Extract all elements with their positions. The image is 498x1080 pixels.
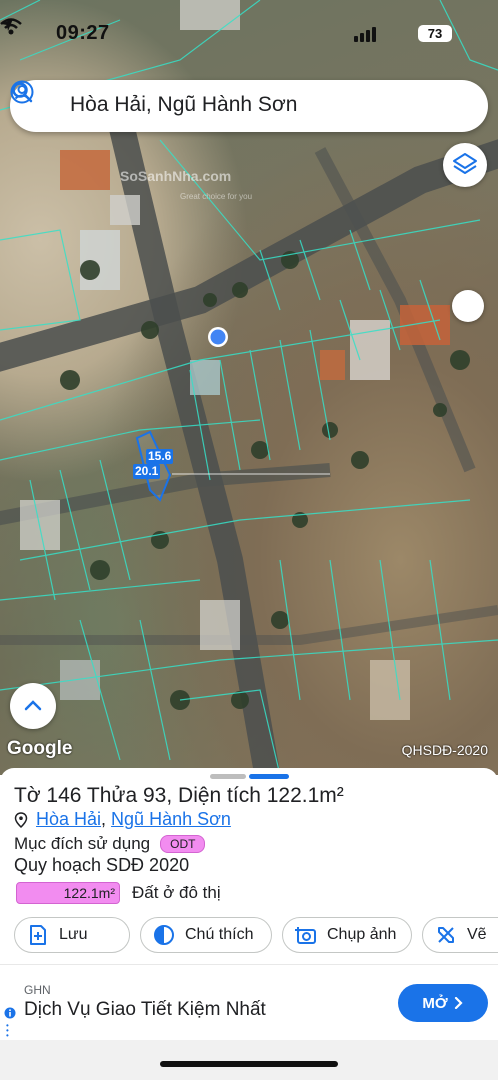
layers-button[interactable] (443, 143, 487, 187)
plan-area-description: Đất ở đô thị (132, 883, 221, 902)
draw-label: Vẽ (467, 926, 487, 943)
address-separator: , (101, 809, 107, 829)
plan-title: Quy hoạch SDĐ 2020 (14, 855, 190, 875)
status-time: 09:27 (56, 22, 110, 44)
save-icon (30, 925, 46, 945)
ad-open-label: MỞ (422, 994, 448, 1012)
wifi-icon (0, 18, 22, 35)
battery-indicator: 73 (418, 25, 452, 42)
sheet-handle-active[interactable] (249, 774, 289, 779)
action-buttons: Lưu Chú thích Chụp ảnh Vẽ (14, 917, 498, 953)
draw-button[interactable]: Vẽ (422, 917, 498, 953)
contrast-icon (154, 925, 174, 945)
search-icon[interactable] (10, 80, 34, 104)
map-watermark-tagline: Great choice for you (180, 192, 253, 201)
signal-icon (354, 26, 376, 42)
map-layer-label: QHSDĐ-2020 (401, 742, 488, 758)
legend-button[interactable]: Chú thích (140, 917, 272, 953)
ad-info-icon[interactable] (4, 1007, 16, 1019)
parcel-info-sheet: Tờ 146 Thửa 93, Diện tích 122.1m² Hòa Hả… (0, 768, 498, 1080)
chevron-up-icon (24, 700, 42, 711)
plot-dimension-top: 15.6 (146, 449, 174, 464)
parcel-title: Tờ 146 Thửa 93, Diện tích 122.1m² (14, 784, 344, 807)
layers-icon (453, 153, 477, 174)
ad-title: Dịch Vụ Giao Tiết Kiệm Nhất (24, 999, 266, 1020)
purpose-code-badge: ODT (160, 835, 206, 853)
status-bar: 09:27 73 (0, 18, 498, 48)
draw-tools-icon (438, 927, 454, 943)
parcel-address: Hòa Hải , Ngũ Hành Sơn (14, 809, 231, 830)
land-use-purpose: Mục đích sử dụng ODT (14, 834, 206, 854)
pin-icon (14, 811, 28, 828)
sheet-handle[interactable] (210, 774, 246, 779)
home-bar-area (0, 1040, 498, 1080)
take-photo-button[interactable]: Chụp ảnh (282, 917, 412, 953)
home-indicator[interactable] (160, 1061, 338, 1067)
compass-button[interactable] (452, 290, 484, 322)
plan-area-row: 122.1m² Đất ở đô thị (16, 882, 221, 904)
save-button[interactable]: Lưu (14, 917, 130, 953)
plot-dimension-side: 20.1 (133, 464, 161, 479)
plan-area-bar: 122.1m² (16, 882, 120, 904)
map-watermark: SoSanhNha.com (120, 168, 232, 184)
ad-menu-icon[interactable]: • • • (6, 1022, 9, 1040)
purpose-label: Mục đích sử dụng (14, 834, 151, 853)
ad-open-button[interactable]: MỞ (398, 984, 488, 1022)
save-label: Lưu (59, 926, 88, 943)
search-query[interactable]: Hòa Hải, Ngũ Hành Sơn (70, 93, 297, 117)
chevron-right-icon (454, 997, 463, 1009)
expand-up-button[interactable] (10, 683, 56, 729)
take-photo-label: Chụp ảnh (327, 926, 397, 943)
ad-brand: GHN (24, 983, 51, 997)
search-bar[interactable]: Hòa Hải, Ngũ Hành Sơn (10, 80, 488, 132)
camera-icon (295, 927, 316, 944)
satellite-map[interactable]: SoSanhNha.com Great choice for you 15.6 … (0, 0, 498, 775)
google-logo: Google (7, 738, 73, 759)
legend-label: Chú thích (185, 926, 254, 943)
ad-banner[interactable]: • • • GHN Dịch Vụ Giao Tiết Kiệm Nhất MỞ (0, 964, 498, 1040)
ward-link[interactable]: Hòa Hải (36, 809, 101, 830)
district-link[interactable]: Ngũ Hành Sơn (111, 809, 231, 830)
